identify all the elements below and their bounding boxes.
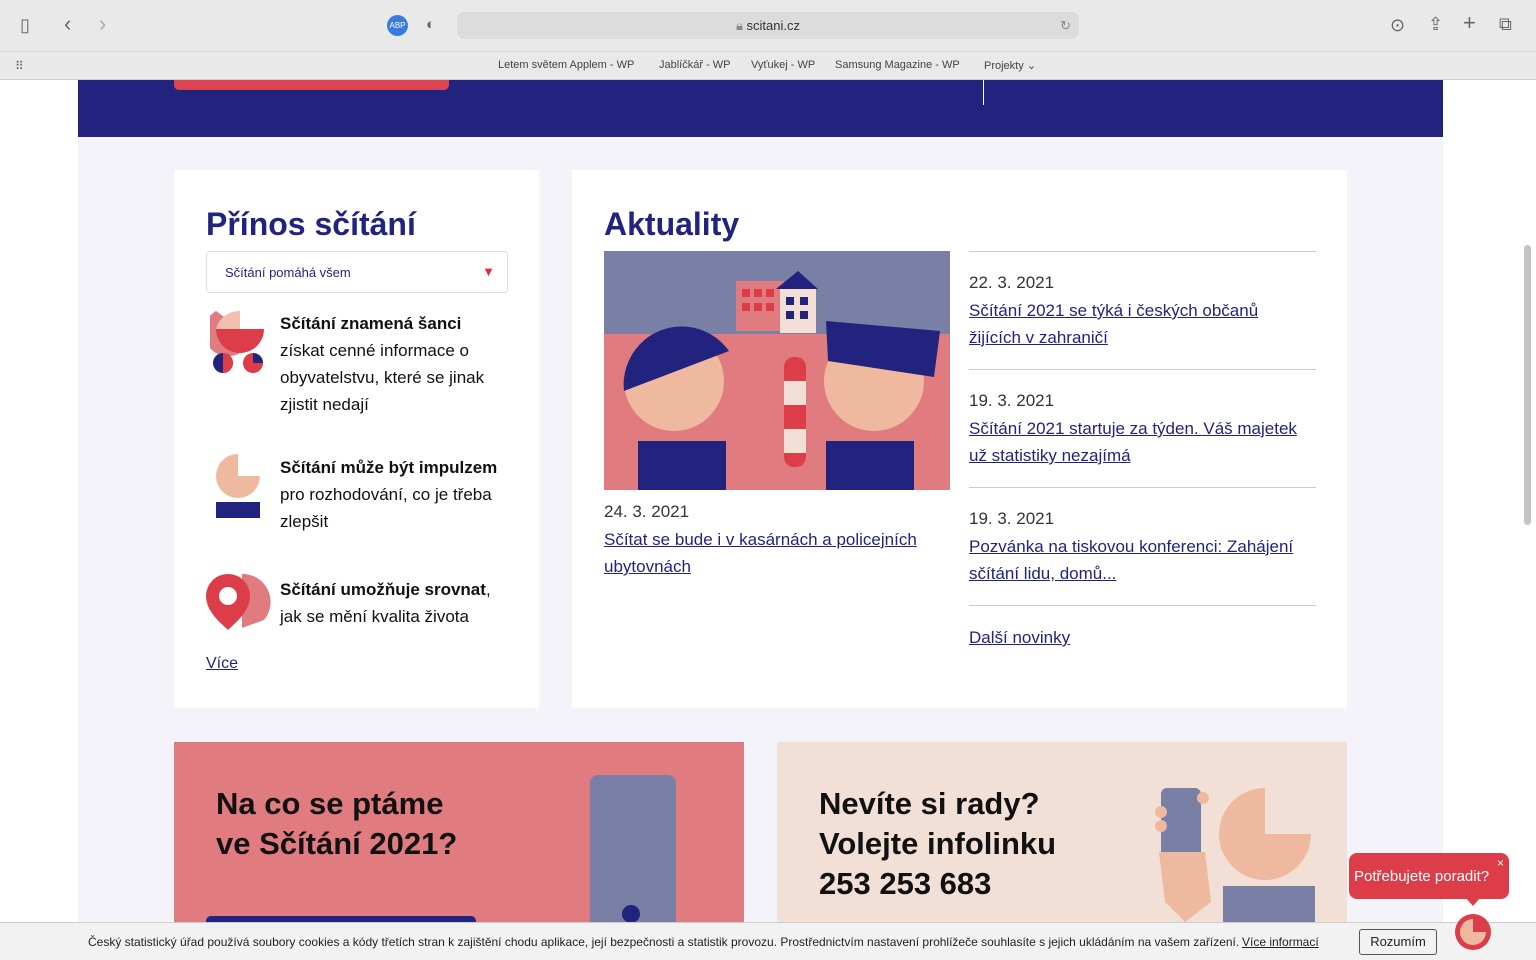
folder-label: Projekty xyxy=(984,60,1024,72)
adblock-icon[interactable]: ABP xyxy=(387,15,408,36)
chat-launcher-icon[interactable] xyxy=(1454,913,1492,951)
cookie-more-link[interactable]: Více informací xyxy=(1242,935,1319,949)
bookmark[interactable]: Jablíčkář - WP xyxy=(659,59,731,71)
divider xyxy=(983,80,984,105)
news-date: 24. 3. 2021 xyxy=(604,502,690,521)
benefit-bold: Sčítání umožňuje srovnat xyxy=(280,580,486,599)
benefit-item: Sčítání umožňuje srovnat, jak se mění kv… xyxy=(280,576,510,630)
news-date: 19. 3. 2021 xyxy=(969,509,1055,528)
news-title: Aktuality xyxy=(604,206,740,242)
divider xyxy=(969,487,1316,488)
news-link[interactable]: Sčítat se bude i v kasárnách a policejní… xyxy=(604,526,944,580)
cookie-text: Český statistický úřad používá soubory c… xyxy=(88,935,1240,949)
benefit-bold: Sčítání znamená šanci xyxy=(280,314,462,333)
news-date: 19. 3. 2021 xyxy=(969,391,1055,410)
promo-title-line: Nevíte si rady? xyxy=(819,786,1040,821)
bookmarks-bar: ⠿ Letem světem Applem - WP Jablíčkář - W… xyxy=(0,52,1536,80)
back-icon[interactable]: ‹ xyxy=(64,13,71,35)
bookmark[interactable]: Letem světem Applem - WP xyxy=(498,59,634,71)
help-chat-bubble[interactable]: Potřebujete poradit? × xyxy=(1349,853,1509,899)
shield-icon[interactable]: ◐ xyxy=(426,16,435,34)
reload-icon[interactable]: ↻ xyxy=(1060,12,1071,39)
dropdown-arrow-icon: ▼ xyxy=(482,264,495,279)
sidebar-icon[interactable]: ▯ xyxy=(20,16,30,34)
lock-icon: 🔒︎ xyxy=(736,18,747,33)
benefit-text: pro rozhodování, co je třeba zlepšit xyxy=(280,485,492,531)
news-date: 22. 3. 2021 xyxy=(969,273,1055,292)
promo-title-line: Volejte infolinku xyxy=(819,826,1057,861)
share-icon[interactable]: ⇪ xyxy=(1428,15,1443,33)
scrollbar[interactable] xyxy=(1524,245,1531,525)
news-featured-image[interactable] xyxy=(604,251,950,490)
benefit-item: Sčítání znamená šanci získat cenné infor… xyxy=(280,310,510,418)
benefit-bold: Sčítání může být impulzem xyxy=(280,458,498,477)
cookie-bar: Český statistický úřad používá soubory c… xyxy=(0,922,1536,960)
benefits-select[interactable]: Sčítání pomáhá všem ▼ xyxy=(206,251,508,293)
tabs-icon[interactable]: ⧉ xyxy=(1499,15,1512,33)
close-icon[interactable]: × xyxy=(1497,856,1504,870)
url-bar[interactable]: 🔒︎ scitani.cz ↻ xyxy=(457,12,1079,39)
bookmark-folder[interactable]: Projekty ⌄ xyxy=(984,59,1036,72)
benefit-text: získat cenné informace o obyvatelstvu, k… xyxy=(280,341,485,414)
bookmark[interactable]: Vyťukej - WP xyxy=(751,59,815,71)
benefit-item: Sčítání může být impulzem pro rozhodován… xyxy=(280,454,510,535)
bubble-pointer xyxy=(1466,898,1480,906)
promo-title: Nevíte si rady? Volejte infolinku 253 253 … xyxy=(819,784,1056,904)
news-link[interactable]: Sčítání 2021 startuje za týden. Váš maje… xyxy=(969,415,1309,469)
chevron-down-icon: ⌄ xyxy=(1026,60,1037,72)
stroller-icon xyxy=(210,310,264,373)
hero-button[interactable] xyxy=(174,80,449,90)
divider xyxy=(969,369,1316,370)
news-link[interactable]: Sčítání 2021 se týká i českých občanů ži… xyxy=(969,297,1309,351)
url-text: scitani.cz xyxy=(746,18,800,33)
select-value: Sčítání pomáhá všem xyxy=(225,265,351,280)
browser-toolbar: ▯ ‹ › ABP ◐ 🔒︎ scitani.cz ↻ ⊙ ⇪ + ⧉ xyxy=(0,0,1536,52)
cookie-accept-button[interactable]: Rozumím xyxy=(1359,929,1437,955)
new-tab-icon[interactable]: + xyxy=(1463,12,1476,34)
more-news-link[interactable]: Další novinky xyxy=(969,624,1070,651)
news-link[interactable]: Pozvánka na tiskovou konferenci: Zahájen… xyxy=(969,533,1319,587)
bookmark[interactable]: Samsung Magazine - WP xyxy=(835,59,960,71)
growth-icon xyxy=(216,454,260,518)
download-icon[interactable]: ⊙ xyxy=(1390,16,1405,34)
location-pin-icon xyxy=(206,573,271,630)
grid-icon[interactable]: ⠿ xyxy=(15,57,24,75)
promo-title: Na co se ptáme ve Sčítání 2021? xyxy=(216,784,457,864)
phone-number: 253 253 683 xyxy=(819,866,992,901)
divider xyxy=(969,251,1316,252)
promo-title-line: Na co se ptáme xyxy=(216,786,444,821)
divider xyxy=(969,605,1316,606)
benefits-more-link[interactable]: Více xyxy=(206,655,238,673)
benefits-title: Přínos sčítání xyxy=(206,206,416,242)
forward-icon[interactable]: › xyxy=(99,13,106,35)
promo-title-line: ve Sčítání 2021? xyxy=(216,826,458,861)
help-label: Potřebujete poradit? xyxy=(1354,868,1490,885)
